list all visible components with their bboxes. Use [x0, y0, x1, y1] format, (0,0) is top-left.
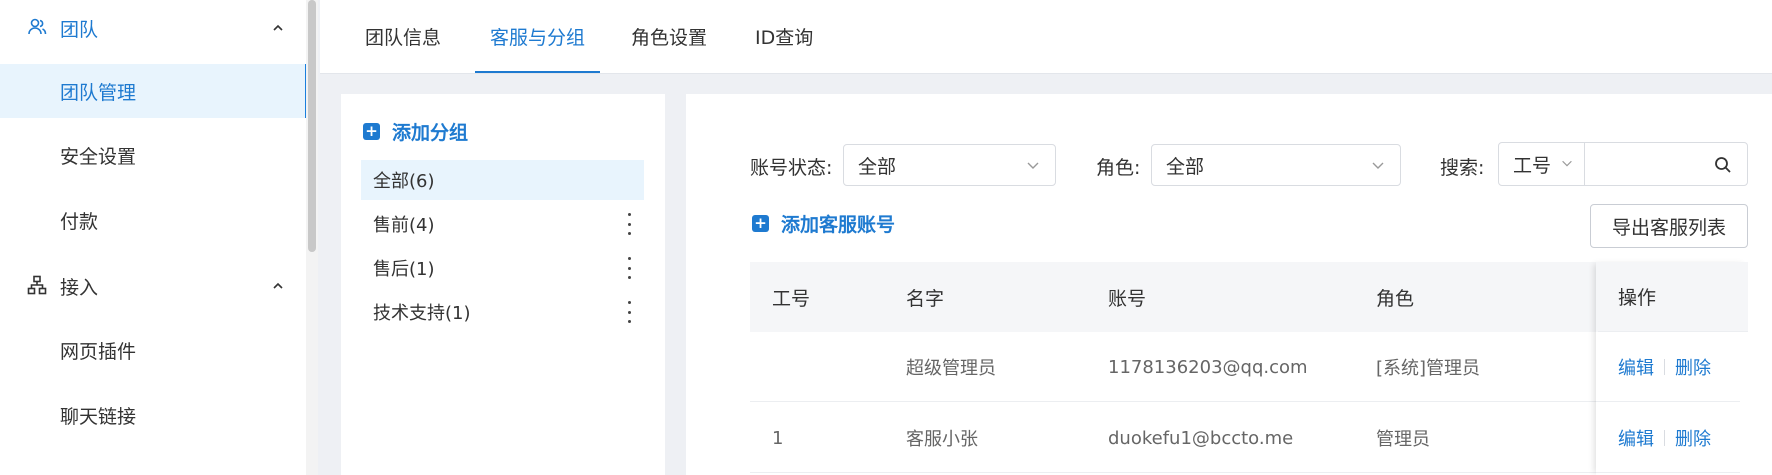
- more-vertical-icon[interactable]: [626, 301, 632, 323]
- tab-id-lookup[interactable]: ID查询: [740, 0, 828, 72]
- search-type-value: 工号: [1513, 154, 1552, 177]
- group-item-label: 技术支持(1): [373, 303, 471, 324]
- chevron-down-icon: [1027, 162, 1039, 169]
- sidebar: 团队 团队管理 安全设置 付款 接入 网页插件 聊天链接: [0, 0, 318, 475]
- column-header-operations: 操作: [1598, 262, 1748, 332]
- plus-icon: +: [363, 123, 380, 140]
- access-icon: [27, 275, 47, 295]
- cell-account: 1178136203@qq.com: [1108, 356, 1308, 378]
- role-select-value: 全部: [1166, 155, 1205, 178]
- tab-role-settings[interactable]: 角色设置: [616, 0, 722, 72]
- add-agent-button[interactable]: + 添加客服账号: [752, 210, 895, 237]
- operations-cell: 编辑 删除: [1598, 403, 1740, 473]
- group-item-tech-support[interactable]: 技术支持(1): [361, 292, 644, 332]
- operations-cell: 编辑 删除: [1598, 332, 1740, 402]
- chevron-down-icon: [1372, 162, 1384, 169]
- sidebar-item-web-plugin[interactable]: 网页插件: [0, 323, 308, 377]
- group-item-label: 全部(6): [373, 171, 435, 192]
- tab-team-info[interactable]: 团队信息: [350, 0, 456, 72]
- edit-link[interactable]: 编辑: [1618, 425, 1654, 451]
- cell-id: 1: [772, 427, 784, 449]
- status-select-value: 全部: [858, 155, 897, 178]
- sidebar-item-chat-link[interactable]: 聊天链接: [0, 388, 308, 442]
- sidebar-group-access[interactable]: 接入: [0, 258, 310, 314]
- cell-account: duokefu1@bccto.me: [1108, 427, 1294, 449]
- chevron-down-icon: [1562, 160, 1572, 167]
- chevron-up-icon: [273, 24, 283, 31]
- group-item-all[interactable]: 全部(6): [361, 160, 644, 200]
- cell-name: 超级管理员: [906, 358, 996, 379]
- delete-link[interactable]: 删除: [1675, 425, 1711, 451]
- sidebar-group-team[interactable]: 团队: [0, 0, 310, 56]
- search-input[interactable]: [1591, 149, 1701, 179]
- sidebar-group-label: 接入: [60, 276, 99, 299]
- column-header-id: 工号: [772, 287, 811, 310]
- tab-agents-groups[interactable]: 客服与分组: [475, 0, 601, 73]
- sidebar-item-payment[interactable]: 付款: [0, 193, 308, 247]
- export-agents-button[interactable]: 导出客服列表: [1590, 204, 1748, 248]
- add-agent-label: 添加客服账号: [781, 214, 896, 236]
- group-panel: + 添加分组 全部(6) 售前(4) 售后(1) 技术支持(1): [341, 94, 665, 475]
- status-select[interactable]: 全部: [843, 144, 1056, 186]
- sidebar-group-label: 团队: [60, 18, 99, 41]
- search-icon[interactable]: [1713, 155, 1733, 175]
- search-type-select[interactable]: 工号: [1499, 143, 1585, 185]
- table-row: 超级管理员 1178136203@qq.com [系统]管理员: [750, 332, 1740, 402]
- chevron-up-icon: [273, 282, 283, 289]
- sidebar-item-team-management[interactable]: 团队管理: [0, 64, 308, 118]
- plus-icon: +: [752, 215, 769, 232]
- divider: [1664, 358, 1665, 375]
- app-root: 团队 团队管理 安全设置 付款 接入 网页插件 聊天链接 团队信息 客服与分组 …: [0, 0, 1772, 475]
- role-filter-label: 角色:: [1096, 157, 1141, 179]
- sidebar-item-security[interactable]: 安全设置: [0, 128, 308, 182]
- group-item-label: 售后(1): [373, 259, 435, 280]
- cell-role: 管理员: [1376, 429, 1430, 450]
- column-header-account: 账号: [1108, 287, 1147, 310]
- group-item-presales[interactable]: 售前(4): [361, 204, 644, 244]
- edit-link[interactable]: 编辑: [1618, 354, 1654, 380]
- group-item-aftersales[interactable]: 售后(1): [361, 248, 644, 288]
- add-group-button[interactable]: + 添加分组: [363, 118, 468, 145]
- status-filter-label: 账号状态:: [750, 157, 833, 179]
- cell-name: 客服小张: [906, 429, 978, 450]
- role-select[interactable]: 全部: [1151, 144, 1401, 186]
- team-icon: [28, 18, 47, 35]
- tab-bar: 团队信息 客服与分组 角色设置 ID查询: [320, 0, 1772, 74]
- group-item-label: 售前(4): [373, 215, 435, 236]
- more-vertical-icon[interactable]: [626, 257, 632, 279]
- cell-role: [系统]管理员: [1376, 358, 1481, 379]
- divider: [1664, 429, 1665, 446]
- table-row: 1 客服小张 duokefu1@bccto.me 管理员: [750, 403, 1740, 473]
- search-group: 工号: [1498, 142, 1748, 186]
- column-header-name: 名字: [906, 287, 945, 310]
- sidebar-scrollbar-thumb[interactable]: [308, 0, 316, 252]
- delete-link[interactable]: 删除: [1675, 354, 1711, 380]
- search-label: 搜索:: [1440, 157, 1485, 179]
- column-header-role: 角色: [1376, 287, 1415, 310]
- add-group-label: 添加分组: [392, 122, 469, 144]
- more-vertical-icon[interactable]: [626, 213, 632, 235]
